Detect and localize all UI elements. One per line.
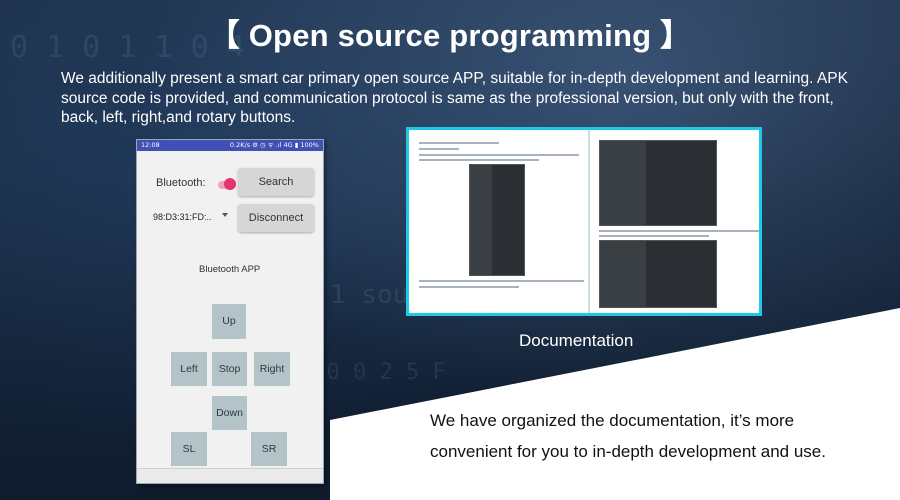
status-indicators: 0.2K/s ⚙ ◷ ᯤ .ıl 4G ▮ 100% — [229, 141, 319, 149]
down-button[interactable]: Down — [212, 396, 247, 430]
phone-nav-bar — [137, 468, 323, 483]
doc-text-line — [419, 280, 584, 282]
status-time: 12:08 — [141, 141, 160, 149]
documentation-description: We have organized the documentation, it’… — [430, 411, 826, 461]
doc-text-line — [599, 235, 709, 237]
search-button[interactable]: Search — [238, 168, 314, 196]
documentation-preview — [406, 127, 762, 316]
dropdown-caret-icon[interactable] — [222, 213, 228, 217]
sl-button[interactable]: SL — [171, 432, 207, 466]
stop-button[interactable]: Stop — [212, 352, 247, 386]
device-address-select[interactable]: 98:D3:31:FD:.. — [153, 212, 212, 222]
ide-screenshot-right-top — [599, 140, 717, 226]
left-button[interactable]: Left — [171, 352, 207, 386]
app-title: Bluetooth APP — [199, 264, 261, 275]
sr-button[interactable]: SR — [251, 432, 287, 466]
right-button[interactable]: Right — [254, 352, 290, 386]
ide-screenshot-left — [469, 164, 525, 276]
doc-text-line — [419, 159, 539, 161]
documentation-caption: Documentation — [519, 331, 634, 350]
doc-page-divider — [588, 130, 590, 313]
up-button[interactable]: Up — [212, 304, 246, 339]
bluetooth-label: Bluetooth: — [156, 177, 206, 189]
doc-text-line — [419, 154, 579, 156]
disconnect-button[interactable]: Disconnect — [238, 204, 314, 232]
ide-screenshot-right-bottom — [599, 240, 717, 308]
doc-text-line — [419, 286, 519, 288]
doc-text-line — [419, 148, 459, 150]
page-title: 【 Open source programming 】 — [208, 18, 692, 53]
intro-paragraph: We additionally present a smart car prim… — [61, 70, 848, 126]
doc-text-line — [599, 230, 759, 232]
bluetooth-toggle-knob[interactable] — [224, 178, 236, 190]
doc-text-line — [419, 142, 499, 144]
status-bar: 12:08 0.2K/s ⚙ ◷ ᯤ .ıl 4G ▮ 100% — [137, 140, 323, 151]
